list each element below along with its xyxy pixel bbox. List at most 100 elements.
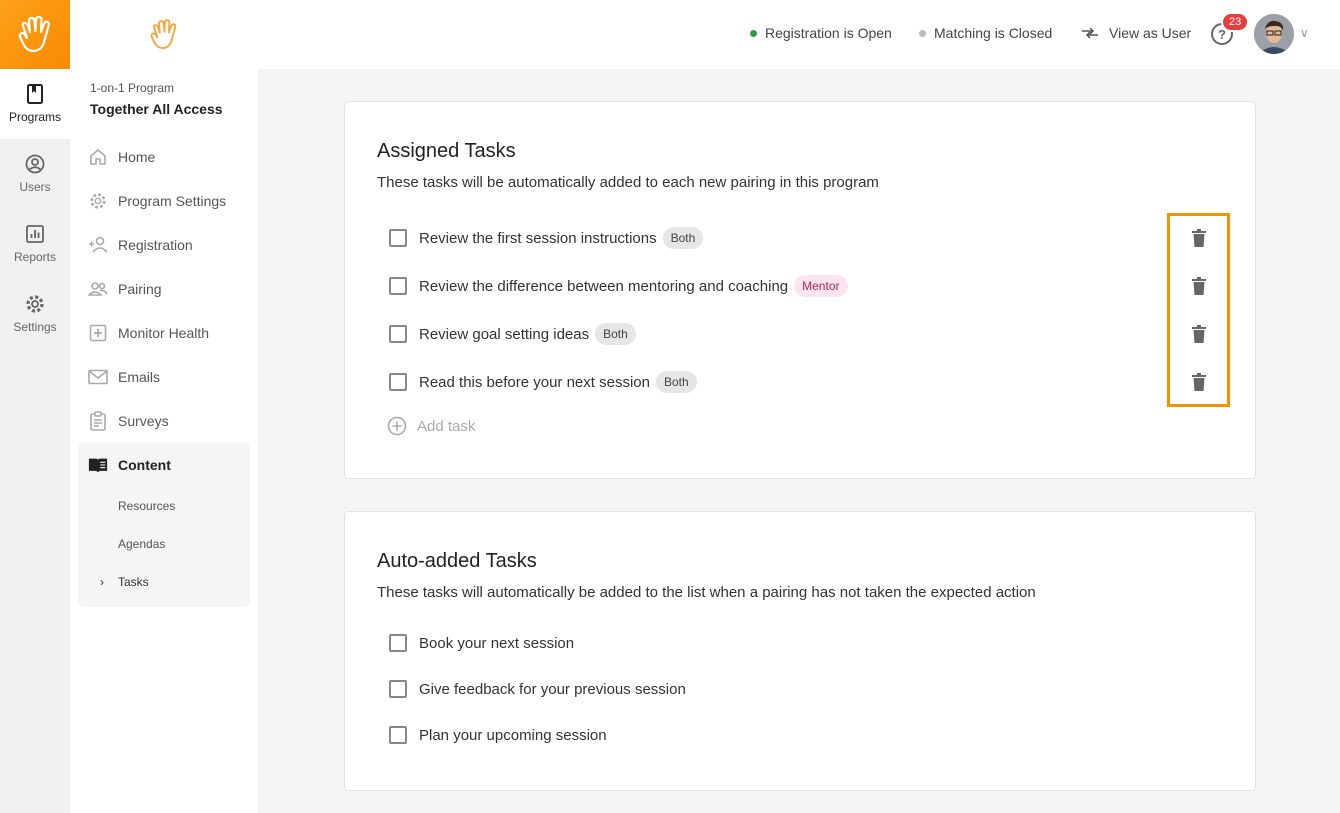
nav-sub-tasks[interactable]: › Tasks: [78, 563, 250, 601]
auto-tasks-title: Auto-added Tasks: [377, 550, 537, 572]
notification-badge: 23: [1221, 12, 1250, 32]
registration-status: Registration is Open: [750, 25, 892, 41]
task-checkbox[interactable]: [389, 634, 407, 652]
nav-monitor-health[interactable]: Monitor Health: [78, 311, 250, 355]
nav-label: Monitor Health: [118, 325, 210, 341]
nav-home[interactable]: Home: [78, 135, 250, 179]
registration-status-text: Registration is Open: [765, 25, 892, 41]
add-person-icon: [88, 235, 108, 255]
program-nav: Home Program Settings Registration Pairi…: [78, 135, 250, 607]
rail-reports[interactable]: Reports: [0, 209, 70, 279]
task-checkbox[interactable]: [389, 229, 407, 247]
chevron-down-icon[interactable]: ∨: [1300, 26, 1309, 40]
gear-icon: [88, 191, 108, 211]
task-checkbox[interactable]: [389, 373, 407, 391]
rail-settings[interactable]: Settings: [0, 279, 70, 349]
task-checkbox[interactable]: [389, 277, 407, 295]
task-item: Read this before your next session Both: [389, 370, 697, 394]
chevron-right-icon: ›: [100, 575, 104, 589]
rail-label: Reports: [13, 250, 57, 264]
task-label: Review the difference between mentoring …: [419, 277, 789, 295]
mail-icon: [88, 367, 108, 387]
plus-box-icon: [88, 323, 108, 343]
task-checkbox[interactable]: [389, 680, 407, 698]
task-role-tag: Both: [655, 371, 697, 393]
nav-label: Emails: [118, 369, 161, 385]
user-circle-icon: [25, 154, 45, 174]
program-type: 1-on-1 Program: [90, 81, 175, 95]
rail-label: Users: [19, 180, 51, 194]
hand-wave-icon: [18, 15, 50, 52]
matching-status-text: Matching is Closed: [934, 25, 1053, 41]
top-bar: Registration is Open Matching is Closed …: [258, 0, 1340, 69]
task-role-tag: Both: [662, 227, 704, 249]
view-as-user-label: View as User: [1109, 25, 1192, 41]
task-label: Read this before your next session: [419, 373, 650, 391]
app-logo[interactable]: [0, 0, 70, 69]
view-as-user-button[interactable]: View as User: [1081, 25, 1191, 41]
program-sidebar: 1-on-1 Program Together All Access Home …: [70, 0, 258, 813]
nav-emails[interactable]: Emails: [78, 355, 250, 399]
task-item: Review the first session instructions Bo…: [389, 226, 704, 250]
task-item: Book your next session: [389, 631, 574, 655]
bar-chart-icon: [26, 225, 44, 243]
status-dot-closed-icon: [919, 29, 926, 37]
task-item: Give feedback for your previous session: [389, 677, 686, 701]
add-task-label: Add task: [417, 417, 476, 435]
assigned-tasks-description: These tasks will be automatically added …: [377, 174, 879, 191]
nav-sub-label: Tasks: [118, 575, 149, 589]
task-label: Give feedback for your previous session: [419, 680, 686, 698]
delete-buttons-highlight: [1167, 213, 1230, 407]
nav-pairing[interactable]: Pairing: [78, 267, 250, 311]
program-name: Together All Access: [90, 101, 223, 117]
matching-status: Matching is Closed: [919, 25, 1052, 41]
avatar[interactable]: [1254, 14, 1294, 54]
nav-surveys[interactable]: Surveys: [78, 399, 250, 443]
app-rail: Programs Users Reports Settings: [0, 0, 70, 813]
hand-wave-icon: [150, 18, 177, 49]
task-item: Plan your upcoming session: [389, 723, 607, 747]
task-label: Review the first session instructions: [419, 229, 657, 247]
nav-sub-label: Resources: [118, 499, 176, 513]
nav-label: Pairing: [118, 281, 162, 297]
task-label: Plan your upcoming session: [419, 726, 607, 744]
clipboard-icon: [88, 411, 108, 431]
rail-users[interactable]: Users: [0, 139, 70, 209]
auto-tasks-description: These tasks will automatically be added …: [377, 584, 1036, 601]
gear-icon: [26, 295, 44, 313]
nav-label: Program Settings: [118, 193, 227, 209]
nav-sub-resources[interactable]: Resources: [78, 487, 250, 525]
rail-programs[interactable]: Programs: [0, 69, 70, 139]
nav-label: Content: [118, 457, 171, 473]
nav-label: Registration: [118, 237, 193, 253]
add-circle-icon: [387, 416, 407, 436]
home-icon: [88, 147, 108, 167]
nav-label: Home: [118, 149, 156, 165]
task-item: Review the difference between mentoring …: [389, 274, 848, 298]
nav-label: Surveys: [118, 413, 169, 429]
nav-registration[interactable]: Registration: [78, 223, 250, 267]
task-checkbox[interactable]: [389, 325, 407, 343]
open-book-icon: [88, 455, 108, 475]
add-task-button[interactable]: Add task: [387, 416, 475, 436]
nav-sub-label: Agendas: [118, 537, 166, 551]
nav-content[interactable]: Content: [78, 443, 250, 487]
assigned-tasks-card: Assigned Tasks These tasks will be autom…: [344, 101, 1256, 479]
task-role-tag: Mentor: [794, 275, 848, 297]
status-dot-open-icon: [750, 29, 757, 37]
nav-content-group: Content Resources Agendas › Tasks: [78, 443, 250, 607]
task-checkbox[interactable]: [389, 726, 407, 744]
user-photo-icon: [1254, 14, 1294, 54]
program-logo: [70, 0, 258, 69]
people-icon: [88, 279, 108, 299]
rail-label: Programs: [8, 110, 61, 124]
nav-sub-agendas[interactable]: Agendas: [78, 525, 250, 563]
assigned-tasks-title: Assigned Tasks: [377, 140, 516, 162]
task-label: Book your next session: [419, 634, 575, 652]
nav-program-settings[interactable]: Program Settings: [78, 179, 250, 223]
task-label: Review goal setting ideas: [419, 325, 590, 343]
book-icon: [27, 84, 43, 104]
auto-added-tasks-card: Auto-added Tasks These tasks will automa…: [344, 511, 1256, 791]
task-item: Review goal setting ideas Both: [389, 322, 636, 346]
swap-arrows-icon: [1082, 27, 1098, 39]
